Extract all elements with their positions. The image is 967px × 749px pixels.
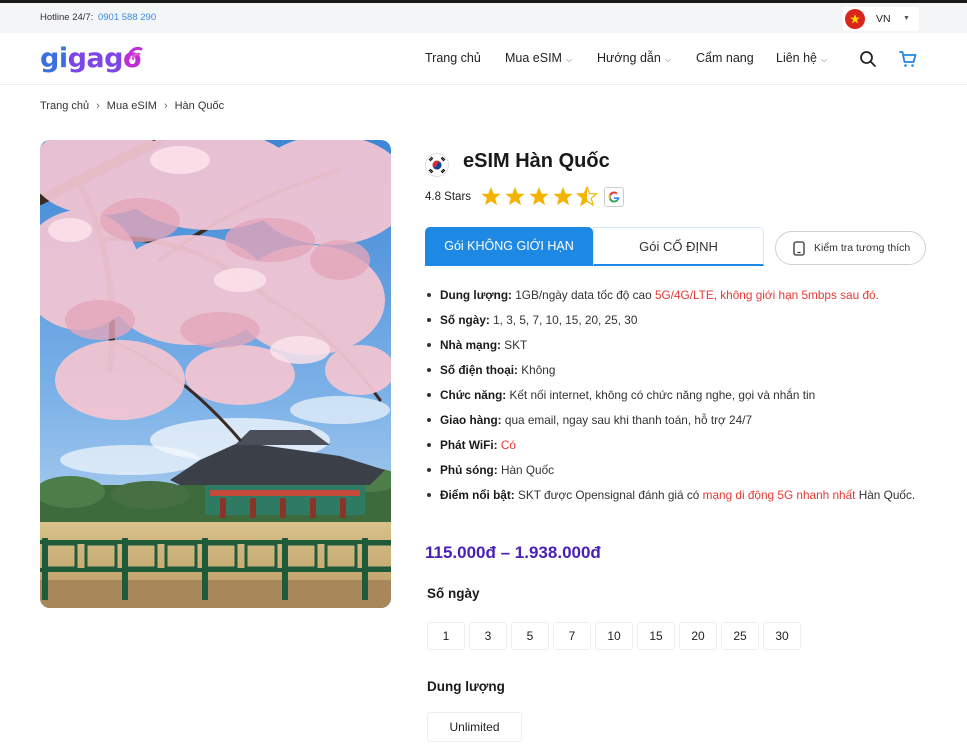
star-icon [529,187,549,205]
chevron-right-icon: › [96,100,100,112]
breadcrumb: Trang chủ › Mua eSIM › Hàn Quốc [40,100,224,112]
feature-item: Phủ sóng: Hàn Quốc [425,461,920,479]
tab-fixed-plan[interactable]: Gói CỐ ĐỊNH [593,227,764,266]
rating-text: 4.8 Stars [425,191,472,203]
chevron-down-icon: ⌵ [565,55,573,64]
korea-flag-icon [425,153,449,177]
gigago-logo[interactable]: gigago [40,44,142,74]
cart-icon[interactable] [899,50,917,68]
data-option-unlimited[interactable]: Unlimited [427,712,522,742]
language-code: VN [876,13,891,25]
day-option-30[interactable]: 30 [763,622,801,650]
nav-item-contact[interactable]: Liên hệ ⌵ [776,51,827,65]
feature-item: Dung lượng: 1GB/ngày data tốc độ cao 5G/… [425,286,920,304]
day-option-7[interactable]: 7 [553,622,591,650]
days-label: Số ngày [427,586,480,601]
feature-item: Giao hàng: qua email, ngay sau khi thanh… [425,411,920,429]
breadcrumb-buy-esim[interactable]: Mua eSIM [107,100,157,112]
product-image [40,140,391,608]
logo-signal-icon [127,47,143,61]
check-compatibility-button[interactable]: Kiểm tra tương thích [775,231,926,265]
check-compatibility-label: Kiểm tra tương thích [814,242,911,254]
tab-unlimited-plan[interactable]: Gói KHÔNG GIỚI HẠN [425,227,593,266]
feature-item: Nhà mạng: SKT [425,336,920,354]
site-header: gigago Trang chủ Mua eSIM ⌵ Hướng dẫn ⌵ Cẩ… [0,33,967,85]
top-bar: Hotline 24/7: 0901 588 290 VN ▼ [0,3,967,33]
price-range: 115.000đ – 1.938.000đ [425,543,601,562]
hotline-label: Hotline 24/7: [40,12,94,23]
feature-item: Phát WiFi: Có [425,436,920,454]
phone-icon [793,241,805,256]
feature-item: Chức năng: Kết nối internet, không có ch… [425,386,920,404]
star-icon [481,187,501,205]
day-option-25[interactable]: 25 [721,622,759,650]
feature-item: Số ngày: 1, 3, 5, 7, 10, 15, 20, 25, 30 [425,311,920,329]
product-title: eSIM Hàn Quốc [463,150,610,172]
hotline: Hotline 24/7: 0901 588 290 [40,12,156,23]
language-selector[interactable]: VN ▼ [843,7,919,31]
half-star-icon [575,186,599,207]
chevron-down-icon: ⌵ [821,55,828,64]
hotline-number-link[interactable]: 0901 588 290 [98,12,156,23]
data-label: Dung lượng [427,679,505,694]
chevron-right-icon: › [163,100,168,112]
vietnam-flag-icon [845,9,865,29]
day-option-5[interactable]: 5 [511,622,549,650]
rating-stars [481,186,599,207]
day-option-3[interactable]: 3 [469,622,507,650]
feature-item: Điểm nổi bật: SKT được Opensignal đánh g… [425,486,920,504]
nav-item-handbook[interactable]: Cẩm nang [696,51,754,65]
chevron-down-icon: ⌵ [664,55,671,64]
star-icon [553,187,573,205]
feature-item: Số điện thoại: Không [425,361,920,379]
day-option-10[interactable]: 10 [595,622,633,650]
day-option-1[interactable]: 1 [427,622,465,650]
breadcrumb-current: Hàn Quốc [174,100,225,112]
day-option-15[interactable]: 15 [637,622,675,650]
feature-list: Dung lượng: 1GB/ngày data tốc độ cao 5G/… [425,286,920,511]
chevron-down-icon: ▼ [903,15,910,22]
search-icon[interactable] [859,50,877,68]
nav-item-buy-esim[interactable]: Mua eSIM ⌵ [505,51,572,65]
star-icon [505,187,525,205]
day-option-20[interactable]: 20 [679,622,717,650]
nav-item-home[interactable]: Trang chủ [425,51,481,65]
nav-item-guide[interactable]: Hướng dẫn ⌵ [597,51,671,65]
breadcrumb-home[interactable]: Trang chủ [40,100,89,112]
google-icon [604,187,624,207]
